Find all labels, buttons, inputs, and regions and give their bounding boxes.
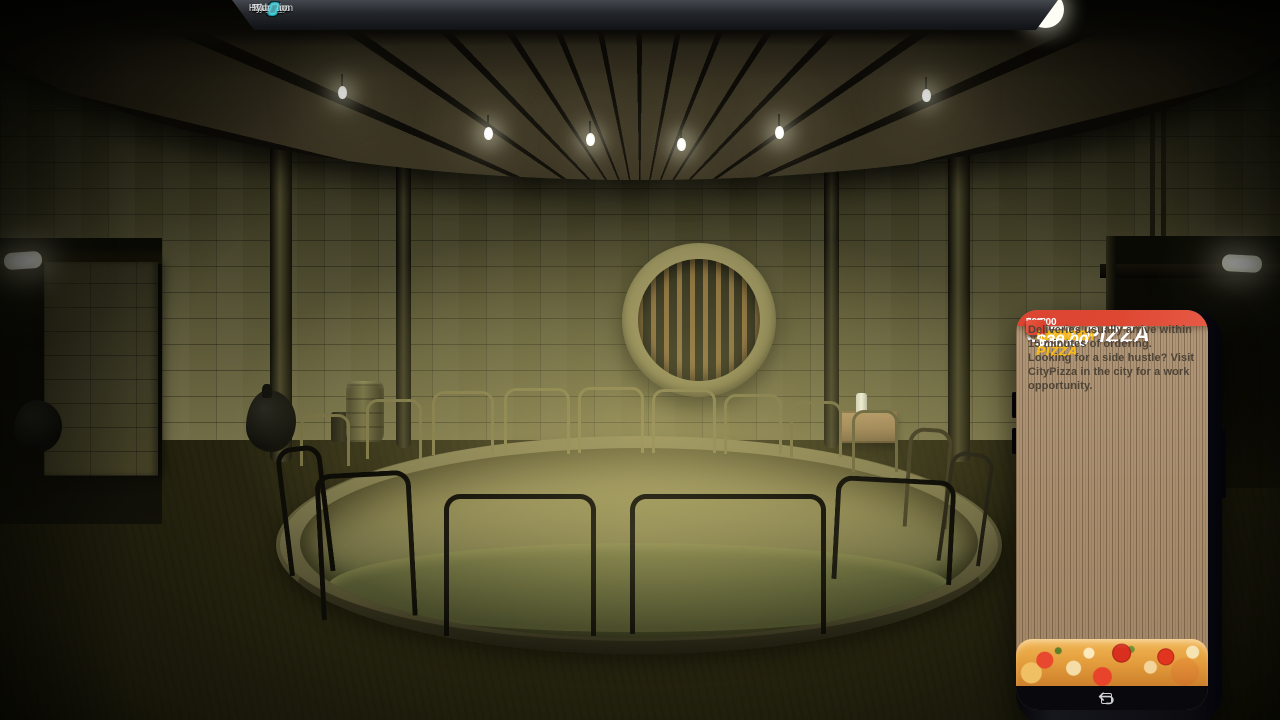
light-bulb — [677, 138, 686, 151]
smartphone: $24.00 7:48 AM CITY PIZZA SMALL PIZZA $1… — [1016, 310, 1222, 720]
bulb-cord — [487, 115, 489, 127]
phone-nav-bar — [1016, 686, 1208, 710]
light-bulb — [484, 127, 493, 140]
railing-hoop — [630, 494, 826, 634]
railing-hoop — [314, 470, 418, 621]
light-bulb — [338, 86, 347, 99]
delivery-info-text: Deliveries usually arrive within 15 minu… — [1028, 323, 1196, 393]
light-bulb — [586, 133, 595, 146]
phone-screen: $24.00 7:48 AM CITY PIZZA SMALL PIZZA $1… — [1016, 310, 1208, 710]
bulb-cord — [589, 121, 591, 133]
needs-hud-bar: Energy Sanity Bladder Hygiene Nutrition … — [232, 0, 1058, 30]
bulb-cord — [925, 77, 927, 89]
bulb-cord — [680, 126, 682, 138]
home-icon[interactable] — [1095, 689, 1117, 707]
light-bulb — [775, 126, 784, 139]
pizza-photo — [1016, 639, 1208, 686]
light-bulb — [922, 89, 931, 102]
bulb-cord — [778, 114, 780, 126]
bulb-cord — [341, 74, 343, 86]
railing-hoop — [831, 475, 956, 585]
game-screen: Energy Sanity Bladder Hygiene Nutrition … — [0, 0, 1280, 720]
railing-hoop — [444, 494, 596, 636]
